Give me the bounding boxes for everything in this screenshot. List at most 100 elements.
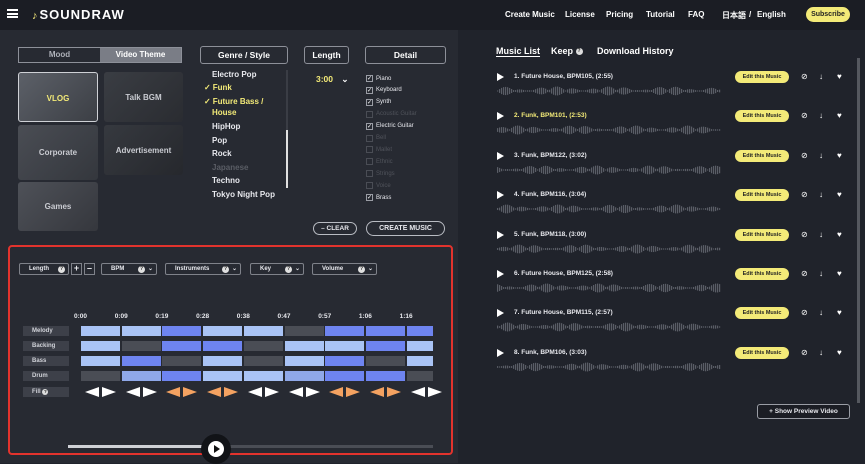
link-icon[interactable]: ⊘: [801, 348, 808, 357]
track-row[interactable]: 8. Funk, BPM106, (3:03) Edit this Music ⊘ ↓…: [497, 346, 847, 383]
help-icon[interactable]: ?: [575, 48, 583, 56]
play-button[interactable]: [201, 434, 231, 464]
track-title[interactable]: 8. Funk, BPM106, (3:03): [514, 349, 587, 356]
waveform[interactable]: [497, 86, 722, 96]
fill-toggle[interactable]: [183, 387, 198, 397]
arrangement-block[interactable]: [203, 341, 243, 351]
tile-vlog[interactable]: VLOG: [18, 72, 98, 122]
length-header[interactable]: Length: [304, 46, 349, 64]
arrangement-block[interactable]: [162, 341, 202, 351]
instrument-checkbox[interactable]: Bell: [366, 134, 386, 142]
arrangement-block[interactable]: [406, 356, 433, 366]
heart-icon[interactable]: ♥: [837, 111, 842, 120]
fill-toggle[interactable]: [410, 387, 425, 397]
hamburger-menu-icon[interactable]: [7, 9, 18, 18]
create-music-button[interactable]: CREATE MUSIC: [366, 221, 445, 236]
track-list-scrollbar[interactable]: [857, 58, 860, 403]
waveform[interactable]: [497, 165, 722, 175]
nav-english[interactable]: English: [757, 10, 786, 19]
genre-style-header[interactable]: Genre / Style: [200, 46, 288, 64]
fill-toggle[interactable]: [346, 387, 361, 397]
edit-music-button[interactable]: Edit this Music: [735, 307, 789, 320]
help-icon[interactable]: ?: [42, 389, 49, 395]
instrument-checkbox[interactable]: ✓ Electric Guitar: [366, 122, 414, 130]
fill-toggle[interactable]: [264, 387, 279, 397]
download-icon[interactable]: ↓: [819, 230, 823, 239]
nav-license[interactable]: License: [565, 10, 595, 19]
arrangement-block[interactable]: [325, 341, 365, 351]
arrangement-block[interactable]: [365, 326, 405, 336]
edit-music-button[interactable]: Edit this Music: [735, 346, 789, 359]
genre-item[interactable]: ✓ Future Bass /: [204, 97, 263, 106]
help-icon[interactable]: ?: [58, 265, 65, 273]
waveform[interactable]: [497, 125, 722, 135]
genre-item[interactable]: Techno: [212, 176, 240, 185]
waveform[interactable]: [497, 283, 722, 293]
instrument-checkbox[interactable]: Ethnic: [366, 158, 393, 166]
heart-icon[interactable]: ♥: [837, 151, 842, 160]
track-title[interactable]: 2. Funk, BPM101, (2:53): [514, 112, 587, 119]
fill-toggle[interactable]: [85, 387, 99, 397]
help-icon[interactable]: ?: [138, 265, 145, 273]
download-icon[interactable]: ↓: [819, 348, 823, 357]
fill-toggle[interactable]: [427, 387, 442, 397]
fill-toggle[interactable]: [329, 387, 344, 397]
arrangement-block[interactable]: [162, 371, 202, 381]
edit-music-button[interactable]: Edit this Music: [735, 189, 789, 202]
play-icon[interactable]: [497, 230, 504, 239]
play-icon[interactable]: [497, 112, 504, 121]
waveform[interactable]: [497, 204, 722, 214]
tile-corporate[interactable]: Corporate: [18, 125, 98, 180]
track-row[interactable]: 4. Funk, BPM116, (3:04) Edit this Music ⊘ ↓…: [497, 189, 847, 225]
waveform[interactable]: [497, 244, 722, 254]
instrument-checkbox[interactable]: ✓ Keyboard: [366, 86, 402, 94]
tab-download-history[interactable]: Download History: [597, 46, 674, 56]
instrument-checkbox[interactable]: Strings: [366, 170, 395, 178]
nav-tutorial[interactable]: Tutorial: [646, 10, 675, 19]
track-row[interactable]: 3. Funk, BPM122, (3:02) Edit this Music ⊘ ↓…: [497, 149, 847, 186]
edit-music-button[interactable]: Edit this Music: [735, 110, 789, 123]
link-icon[interactable]: ⊘: [801, 151, 808, 160]
play-icon[interactable]: [497, 270, 504, 278]
track-title[interactable]: 5. Funk, BPM118, (3:00): [514, 231, 586, 238]
instrument-checkbox[interactable]: ✓ Brass: [366, 194, 391, 201]
genre-item[interactable]: Japanese: [212, 163, 248, 172]
fill-toggle[interactable]: [102, 387, 116, 397]
download-icon[interactable]: ↓: [819, 190, 823, 199]
fill-toggle[interactable]: [386, 387, 401, 397]
genre-item[interactable]: Electro Pop: [212, 70, 256, 79]
fill-toggle[interactable]: [166, 387, 181, 397]
fill-toggle[interactable]: [142, 387, 157, 397]
fill-toggle[interactable]: [288, 387, 303, 397]
track-row[interactable]: 7. Future House, BPM115, (2:57) Edit this…: [497, 307, 847, 343]
nav-create-music[interactable]: Create Music: [505, 10, 555, 19]
play-icon[interactable]: [497, 191, 504, 200]
volume-dropdown[interactable]: Volume? ⌄: [312, 263, 377, 275]
track-row[interactable]: 6. Future House, BPM125, (2:58) Edit this…: [497, 268, 847, 304]
play-icon[interactable]: [497, 151, 504, 160]
arrangement-block[interactable]: [284, 341, 324, 351]
arrangement-block[interactable]: [243, 326, 283, 336]
nav-faq[interactable]: FAQ: [688, 10, 704, 19]
arrangement-block[interactable]: [203, 371, 243, 381]
edit-music-button[interactable]: Edit this Music: [735, 71, 789, 83]
track-row[interactable]: 1. Future House, BPM105, (2:55) Edit this…: [497, 71, 847, 107]
arrangement-block[interactable]: [284, 371, 324, 381]
help-icon[interactable]: ?: [358, 265, 365, 273]
tab-music-list[interactable]: Music List: [496, 46, 540, 56]
track-title[interactable]: 6. Future House, BPM125, (2:58): [514, 270, 613, 277]
fill-toggle[interactable]: [305, 387, 320, 397]
heart-icon[interactable]: ♥: [837, 348, 842, 357]
genre-item[interactable]: House: [212, 108, 236, 117]
genre-item[interactable]: Rock: [212, 149, 232, 158]
heart-icon[interactable]: ♥: [837, 230, 842, 239]
arrangement-block[interactable]: [284, 356, 324, 366]
instrument-checkbox[interactable]: Acoustic Guitar: [366, 110, 417, 118]
fill-toggle[interactable]: [207, 387, 222, 397]
waveform[interactable]: [497, 322, 722, 332]
tab-mood[interactable]: Mood: [19, 48, 100, 62]
tile-games[interactable]: Games: [18, 182, 98, 231]
arrangement-block[interactable]: [162, 356, 202, 366]
link-icon[interactable]: ⊘: [801, 230, 808, 239]
length-minus-button[interactable]: –: [84, 263, 95, 275]
